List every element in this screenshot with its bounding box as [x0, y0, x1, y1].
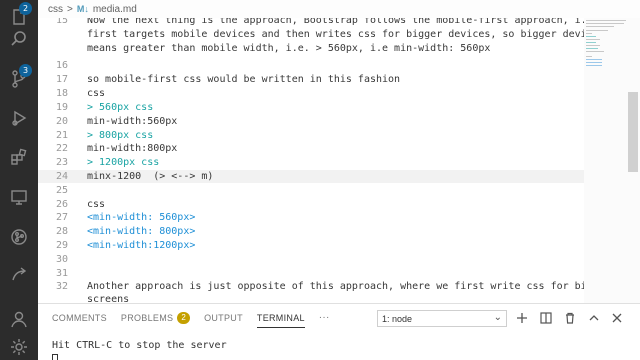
tab-comments[interactable]: COMMENTS	[52, 312, 107, 328]
editor-line: 21 > 800px css	[38, 129, 598, 143]
line-text: css	[87, 198, 106, 210]
editor-line: 30	[38, 253, 598, 267]
tab-problems[interactable]: PROBLEMS 2	[120, 312, 191, 328]
line-number: 27	[55, 212, 68, 224]
tab-terminal[interactable]: TERMINAL	[256, 312, 305, 328]
line-number: 30	[55, 253, 68, 265]
line-text: Now the next thing is the approach, Boot…	[87, 18, 598, 27]
editor-area[interactable]: 15 Now the next thing is the approach, B…	[38, 18, 598, 303]
line-text: first targets mobile devices and then wr…	[87, 29, 598, 41]
tab-output[interactable]: OUTPUT	[204, 312, 243, 328]
bottom-panel: COMMENTS PROBLEMS 2 OUTPUT TERMINAL ··· …	[38, 303, 640, 360]
line-text: min-width:560px	[87, 115, 178, 127]
line-number: 16	[55, 60, 68, 72]
line-text: > 1200px css	[87, 157, 160, 169]
live-share-icon[interactable]	[0, 258, 38, 292]
git-graph-icon[interactable]	[0, 220, 38, 254]
run-debug-icon[interactable]	[0, 101, 38, 135]
line-number: 26	[55, 198, 68, 210]
line-text: <min-width:1200px>	[87, 239, 196, 251]
panel-tabs: COMMENTS PROBLEMS 2 OUTPUT TERMINAL ···	[52, 312, 330, 328]
editor-line: 22 min-width:800px	[38, 142, 598, 156]
line-text: <min-width: 800px>	[87, 226, 196, 238]
line-text: minx-1200 (> <--> m)	[87, 170, 214, 182]
line-number: 29	[55, 239, 68, 251]
terminal-select-value: 1: node	[382, 313, 413, 324]
split-terminal-icon[interactable]	[537, 309, 555, 327]
markdown-file-icon: M↓	[76, 4, 89, 14]
editor-line: 15 Now the next thing is the approach, B…	[38, 18, 598, 28]
line-text: so mobile-first css would be written in …	[87, 74, 401, 86]
maximize-panel-icon[interactable]	[585, 309, 603, 327]
editor-line: 25	[38, 184, 598, 198]
line-number: 24	[55, 170, 68, 182]
editor-line: 19 > 560px css	[38, 101, 598, 115]
breadcrumb-folder[interactable]: css	[48, 4, 63, 15]
editor-line: 31	[38, 267, 598, 281]
more-actions-icon[interactable]: ···	[319, 312, 330, 328]
terminal-output: Hit CTRL-C to stop the server	[52, 340, 227, 351]
line-text: means greater than mobile width, i.e. > …	[87, 42, 491, 54]
line-text: > 560px css	[87, 101, 154, 113]
line-text: css	[87, 88, 106, 100]
source-control-badge: 3	[19, 64, 32, 77]
line-number: 32	[55, 281, 68, 293]
line-number: 20	[55, 115, 68, 127]
line-number: 25	[55, 184, 68, 196]
editor-line: 28 <min-width: 800px>	[38, 225, 598, 239]
editor-line: 16	[38, 59, 598, 73]
editor-line: means greater than mobile width, i.e. > …	[38, 42, 598, 56]
remote-explorer-icon[interactable]	[0, 180, 38, 214]
breadcrumb-file[interactable]: media.md	[93, 4, 137, 15]
close-icon[interactable]	[608, 309, 626, 327]
line-number: 17	[55, 74, 68, 86]
chevron-down-icon: ⌄	[493, 312, 502, 323]
editor-line: 20 min-width:560px	[38, 115, 598, 129]
line-number: 21	[55, 129, 68, 141]
explorer-badge: 2	[19, 2, 32, 15]
editor-line: first targets mobile devices and then wr…	[38, 28, 598, 42]
problems-count-badge: 2	[177, 312, 191, 324]
terminal-cursor	[52, 354, 58, 360]
editor-line: 18 css	[38, 87, 598, 101]
editor-line: 26 css	[38, 198, 598, 212]
breadcrumb: css > M↓ media.md	[38, 0, 640, 18]
line-text: Another approach is just opposite of thi…	[87, 281, 598, 293]
line-text: min-width:800px	[87, 143, 178, 155]
line-number: 15	[55, 18, 68, 27]
tab-problems-label: PROBLEMS	[120, 313, 174, 323]
line-text: screens	[87, 294, 130, 303]
line-number: 31	[55, 267, 68, 279]
editor-line: 27 <min-width: 560px>	[38, 211, 598, 225]
editor-line: 17 so mobile-first css would be written …	[38, 73, 598, 87]
editor-line: 29 <min-width:1200px>	[38, 239, 598, 253]
new-terminal-icon[interactable]	[513, 309, 531, 327]
line-number: 18	[55, 88, 68, 100]
editor-line: screens	[38, 293, 598, 303]
line-text: > 800px css	[87, 129, 154, 141]
terminal-select[interactable]: 1: node ⌄	[377, 310, 507, 327]
editor-line: 32 Another approach is just opposite of …	[38, 280, 598, 294]
trash-icon[interactable]	[561, 309, 579, 327]
editor-line: 23 > 1200px css	[38, 156, 598, 170]
extensions-icon[interactable]	[0, 140, 38, 174]
source-control-icon[interactable]: 3	[0, 62, 38, 96]
line-number: 23	[55, 157, 68, 169]
line-text: <min-width: 560px>	[87, 212, 196, 224]
editor-scrollbar-thumb[interactable]	[628, 92, 638, 172]
breadcrumb-separator: >	[67, 3, 73, 15]
line-number: 22	[55, 143, 68, 155]
activity-bar: 2 3	[0, 0, 38, 360]
line-number: 28	[55, 226, 68, 238]
search-icon[interactable]	[0, 22, 38, 56]
line-number: 19	[55, 101, 68, 113]
settings-gear-icon[interactable]	[0, 330, 38, 360]
editor-line-current: 24 minx-1200 (> <--> m)	[38, 169, 598, 184]
